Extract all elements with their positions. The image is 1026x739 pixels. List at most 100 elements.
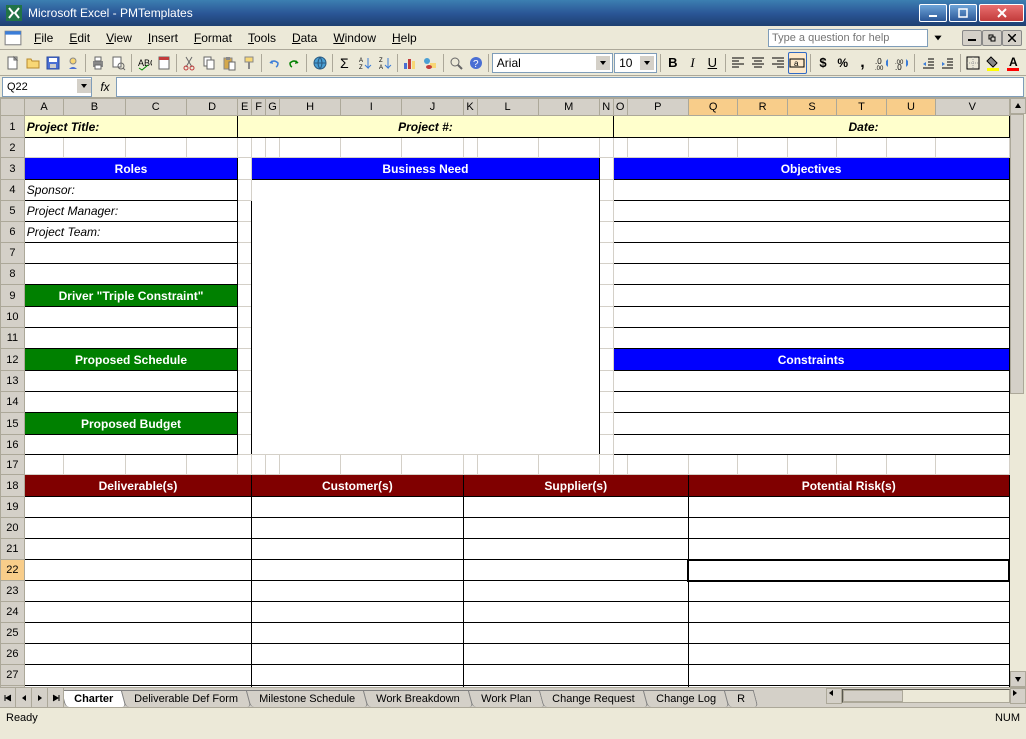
cell-E10[interactable]	[238, 307, 252, 328]
cell-A21[interactable]	[24, 539, 251, 560]
align-left-button[interactable]	[729, 52, 748, 74]
cell-A20[interactable]	[24, 518, 251, 539]
row-header-23[interactable]: 23	[1, 581, 25, 602]
hyperlink-button[interactable]	[310, 52, 329, 74]
cut-button[interactable]	[180, 52, 199, 74]
cell-T2[interactable]	[837, 138, 886, 158]
cell-Q26[interactable]	[688, 644, 1009, 665]
cell-E8[interactable]	[238, 264, 252, 285]
sheet-tab-milestone-schedule[interactable]: Milestone Schedule	[246, 690, 369, 707]
align-center-button[interactable]	[748, 52, 767, 74]
cell-A25[interactable]	[24, 623, 251, 644]
cell-E13[interactable]	[238, 371, 252, 392]
cell-A12[interactable]: Proposed Schedule	[24, 349, 237, 371]
cell-O16[interactable]	[613, 435, 1009, 455]
cell-P2[interactable]	[627, 138, 688, 158]
cell-E1[interactable]: Project #:	[238, 116, 613, 138]
cell-O4[interactable]	[613, 180, 1009, 201]
cell-N7[interactable]	[599, 243, 613, 264]
undo-button[interactable]	[265, 52, 284, 74]
merge-center-button[interactable]: a	[788, 52, 807, 74]
minimize-button[interactable]	[919, 4, 947, 22]
col-header-I[interactable]: I	[341, 99, 402, 116]
cell-K19[interactable]	[463, 497, 688, 518]
cell-O6[interactable]	[613, 222, 1009, 243]
cell-A28[interactable]	[24, 686, 251, 688]
cell-K20[interactable]	[463, 518, 688, 539]
tab-next-button[interactable]	[32, 688, 48, 707]
cell-E12[interactable]	[238, 349, 252, 371]
cell-S2[interactable]	[787, 138, 836, 158]
row-header-11[interactable]: 11	[1, 328, 25, 349]
cell-E9[interactable]	[238, 285, 252, 307]
cell-K25[interactable]	[463, 623, 688, 644]
spreadsheet-grid[interactable]: ABCDEFGHIJKLMNOPQRSTUV1Project Title:Pro…	[0, 98, 1010, 687]
cell-Q20[interactable]	[688, 518, 1009, 539]
cell-Q22[interactable]	[688, 560, 1009, 581]
cell-K23[interactable]	[463, 581, 688, 602]
research-button[interactable]	[154, 52, 173, 74]
cell-O15[interactable]	[613, 413, 1009, 435]
cell-A4[interactable]: Sponsor:	[24, 180, 237, 201]
select-all-corner[interactable]	[1, 99, 25, 116]
horizontal-scrollbar[interactable]	[826, 688, 1026, 704]
font-color-button[interactable]: A	[1003, 52, 1022, 74]
menu-format[interactable]: Format	[186, 28, 240, 48]
cell-F17[interactable]	[252, 455, 266, 475]
row-header-3[interactable]: 3	[1, 158, 25, 180]
row-header-25[interactable]: 25	[1, 623, 25, 644]
increase-decimal-button[interactable]: .0.00	[873, 52, 892, 74]
col-header-N[interactable]: N	[599, 99, 613, 116]
row-header-9[interactable]: 9	[1, 285, 25, 307]
underline-button[interactable]: U	[703, 52, 722, 74]
cell-A17[interactable]	[24, 455, 64, 475]
cell-F4[interactable]	[252, 180, 600, 455]
cell-Q27[interactable]	[688, 665, 1009, 686]
col-header-B[interactable]: B	[64, 99, 125, 116]
currency-button[interactable]: $	[814, 52, 833, 74]
col-header-A[interactable]: A	[24, 99, 64, 116]
cell-E11[interactable]	[238, 328, 252, 349]
cell-N14[interactable]	[599, 392, 613, 413]
cell-N16[interactable]	[599, 435, 613, 455]
print-preview-button[interactable]	[109, 52, 128, 74]
col-header-T[interactable]: T	[837, 99, 886, 116]
col-header-V[interactable]: V	[936, 99, 1009, 116]
cell-U17[interactable]	[886, 455, 935, 475]
cell-D2[interactable]	[186, 138, 237, 158]
autosum-button[interactable]: Σ	[336, 52, 355, 74]
menu-insert[interactable]: Insert	[140, 28, 186, 48]
sheet-tab-charter[interactable]: Charter	[64, 690, 126, 707]
row-header-19[interactable]: 19	[1, 497, 25, 518]
row-header-27[interactable]: 27	[1, 665, 25, 686]
cell-N15[interactable]	[599, 413, 613, 435]
help-search-input[interactable]	[768, 29, 928, 47]
tab-first-button[interactable]	[0, 688, 16, 707]
cell-F22[interactable]	[252, 560, 463, 581]
cell-F18[interactable]: Customer(s)	[252, 475, 463, 497]
tab-last-button[interactable]	[48, 688, 64, 707]
row-header-15[interactable]: 15	[1, 413, 25, 435]
cell-R17[interactable]	[738, 455, 787, 475]
cell-A15[interactable]: Proposed Budget	[24, 413, 237, 435]
fill-color-button[interactable]	[984, 52, 1003, 74]
cell-Q19[interactable]	[688, 497, 1009, 518]
menu-dropdown-icon[interactable]	[932, 31, 944, 45]
cell-O5[interactable]	[613, 201, 1009, 222]
cell-V17[interactable]	[936, 455, 1009, 475]
cell-I2[interactable]	[341, 138, 402, 158]
cell-E15[interactable]	[238, 413, 252, 435]
cell-C2[interactable]	[125, 138, 186, 158]
cell-Q17[interactable]	[688, 455, 737, 475]
chart-wizard-button[interactable]	[401, 52, 420, 74]
col-header-L[interactable]: L	[477, 99, 538, 116]
font-size-select[interactable]: 10	[614, 53, 656, 73]
cell-F28[interactable]	[252, 686, 463, 688]
cell-N5[interactable]	[599, 201, 613, 222]
menu-file[interactable]: File	[26, 28, 61, 48]
cell-L2[interactable]	[477, 138, 538, 158]
cell-S17[interactable]	[787, 455, 836, 475]
sort-asc-button[interactable]: AZ	[356, 52, 375, 74]
sheet-tab-work-breakdown[interactable]: Work Breakdown	[363, 690, 473, 707]
drawing-button[interactable]	[421, 52, 440, 74]
